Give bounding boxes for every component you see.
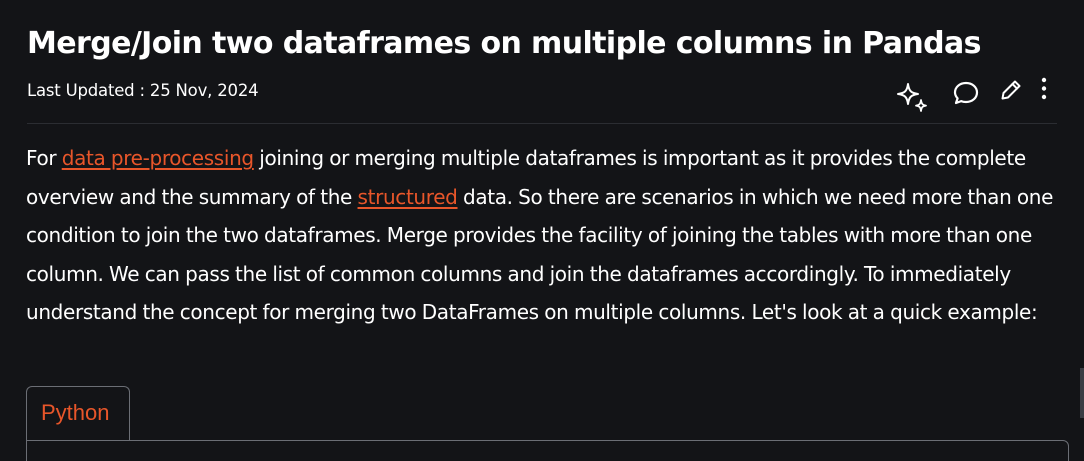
- code-block: [26, 440, 1069, 461]
- paragraph-text: For: [26, 146, 62, 170]
- comment-icon[interactable]: [952, 79, 980, 107]
- article-actions: [890, 76, 1060, 116]
- page-scrollbar[interactable]: [1080, 368, 1084, 418]
- pencil-icon[interactable]: [999, 78, 1023, 102]
- header-divider: [27, 123, 1057, 124]
- more-vertical-icon[interactable]: [1036, 76, 1052, 104]
- article-title: Merge/Join two dataframes on multiple co…: [27, 26, 982, 61]
- last-updated: Last Updated : 25 Nov, 2024: [27, 81, 259, 100]
- article-paragraph: For data pre-processing joining or mergi…: [26, 139, 1078, 332]
- data-preprocessing-link[interactable]: data pre-processing: [62, 146, 254, 170]
- structured-data-link[interactable]: structured: [358, 185, 458, 209]
- code-tab-python[interactable]: Python: [26, 386, 130, 440]
- sparkle-icon[interactable]: [896, 80, 932, 116]
- code-tab-label: Python: [41, 400, 110, 425]
